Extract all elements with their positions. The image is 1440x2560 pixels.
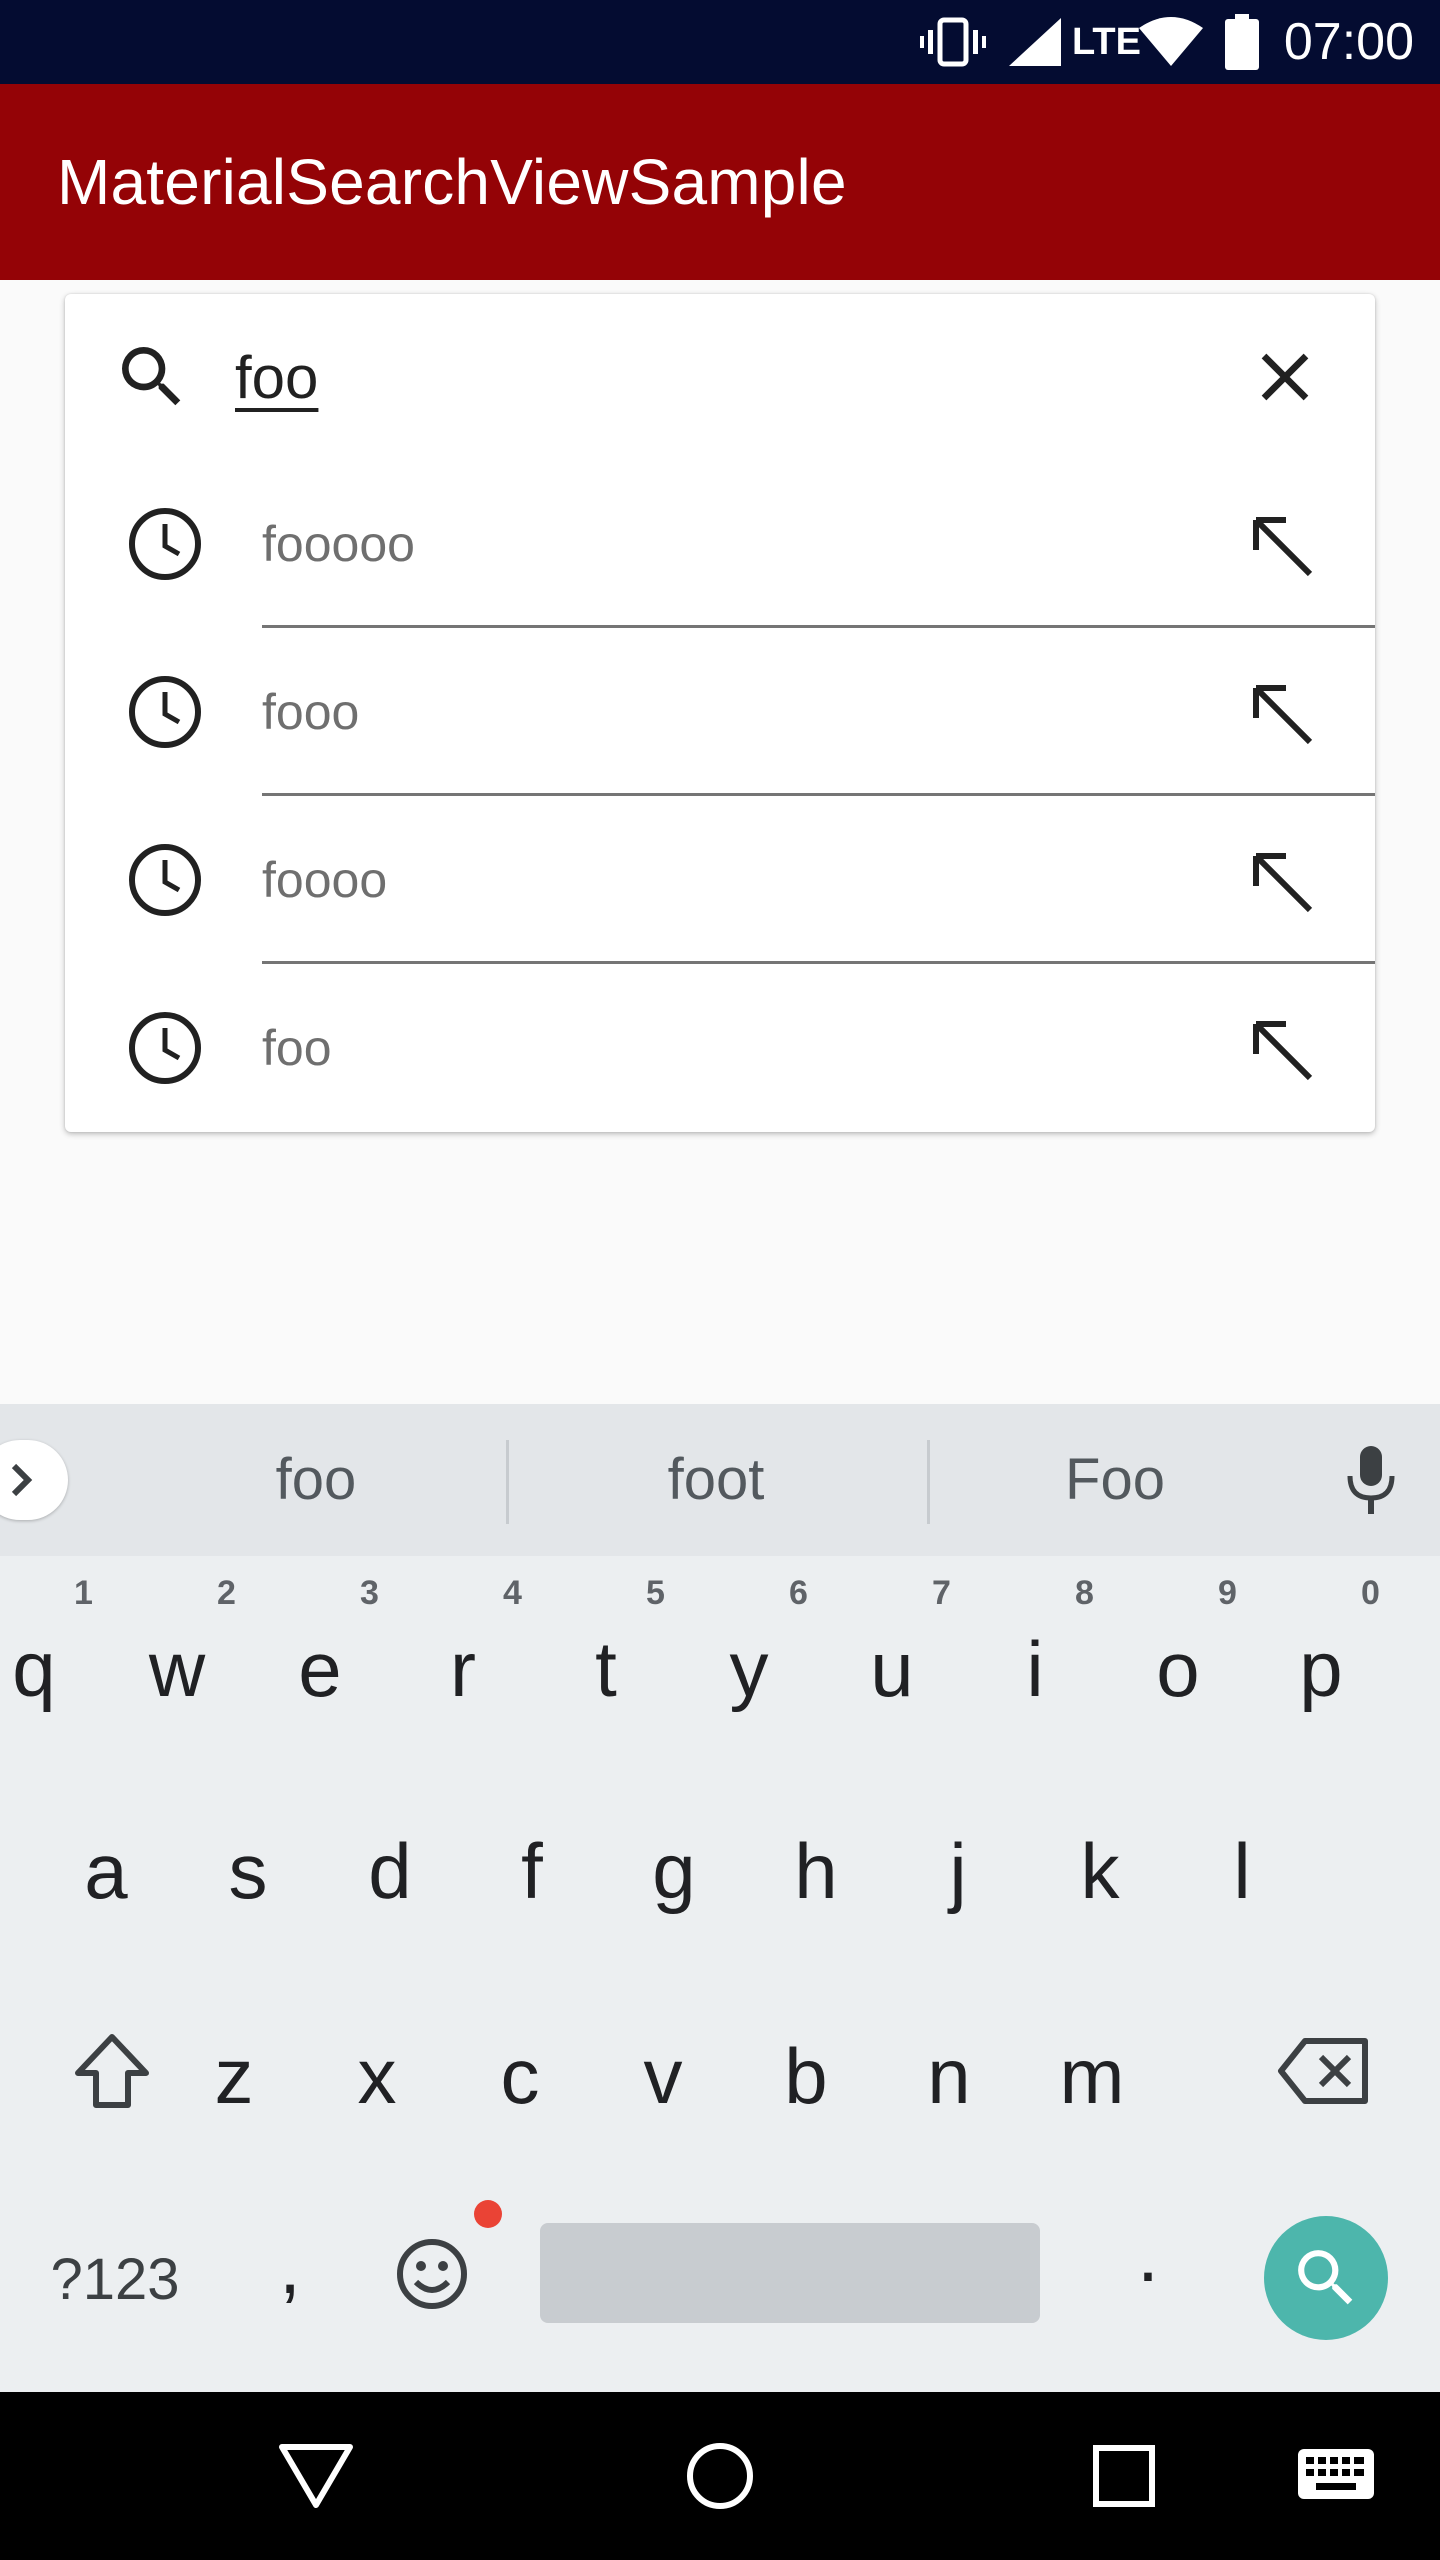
- back-icon: [279, 2444, 353, 2508]
- space-key[interactable]: [540, 2223, 1040, 2323]
- divider: [927, 1440, 930, 1524]
- symbols-key[interactable]: ?123: [30, 2240, 200, 2320]
- search-enter-key[interactable]: [1264, 2216, 1388, 2340]
- fill-query-arrow-icon[interactable]: [1240, 840, 1320, 920]
- word-suggestion[interactable]: Foo: [955, 1404, 1275, 1556]
- key-hint-9: 9: [1218, 1574, 1237, 1612]
- key-hint-3: 3: [360, 1574, 379, 1612]
- key-a[interactable]: a: [56, 1816, 156, 1926]
- key-hint-6: 6: [789, 1574, 808, 1612]
- comma-key[interactable]: ,: [250, 2216, 330, 2316]
- search-input[interactable]: [235, 334, 1135, 420]
- key-m[interactable]: m: [1042, 2021, 1142, 2131]
- home-icon: [687, 2443, 753, 2509]
- history-clock-icon: [123, 502, 207, 586]
- key-v[interactable]: v: [613, 2021, 713, 2131]
- key-w[interactable]: w: [127, 1614, 227, 1724]
- suggestion-text: foooo: [262, 852, 388, 908]
- key-l[interactable]: l: [1192, 1816, 1292, 1926]
- close-icon: [1261, 353, 1309, 401]
- key-o[interactable]: o: [1128, 1614, 1228, 1724]
- fill-query-arrow-icon[interactable]: [1240, 1008, 1320, 1088]
- microphone-icon[interactable]: [1340, 1444, 1404, 1516]
- key-z[interactable]: z: [184, 2021, 284, 2131]
- word-suggestion[interactable]: foot: [556, 1404, 876, 1556]
- key-u[interactable]: u: [842, 1614, 942, 1724]
- suggestion-item[interactable]: foooo: [65, 796, 1375, 964]
- key-q[interactable]: q: [0, 1614, 84, 1724]
- suggestion-text: fooooo: [262, 516, 415, 572]
- suggestion-item[interactable]: fooooo: [65, 460, 1375, 628]
- recents-button[interactable]: [1074, 2426, 1174, 2526]
- key-p[interactable]: p: [1271, 1614, 1371, 1724]
- key-g[interactable]: g: [624, 1816, 724, 1926]
- key-f[interactable]: f: [482, 1816, 582, 1926]
- key-k[interactable]: k: [1050, 1816, 1150, 1926]
- soft-keyboard: foo foot Foo ?123 , . q1w2e3r4t5y6u7i8o9…: [0, 1404, 1440, 2392]
- key-j[interactable]: j: [908, 1816, 1008, 1926]
- navigation-bar: [0, 2392, 1440, 2560]
- search-view: fooooo fooo foooo foo: [65, 294, 1375, 1132]
- search-icon: [112, 337, 192, 417]
- network-type: LTE: [1072, 21, 1141, 63]
- key-r[interactable]: r: [413, 1614, 513, 1724]
- battery-icon: [1222, 0, 1262, 84]
- key-hint-0: 0: [1361, 1574, 1380, 1612]
- notification-dot: [474, 2200, 502, 2228]
- divider: [506, 1440, 509, 1524]
- shift-arrow-icon: [75, 2034, 149, 2108]
- shift-key[interactable]: [62, 2021, 162, 2121]
- key-hint-1: 1: [74, 1574, 93, 1612]
- home-button[interactable]: [670, 2426, 770, 2526]
- emoji-icon: [397, 2239, 467, 2309]
- keyboard-switch-button[interactable]: [1286, 2426, 1386, 2526]
- vibrate-icon: [918, 0, 988, 84]
- period-key[interactable]: .: [1108, 2204, 1188, 2304]
- back-button[interactable]: [266, 2426, 366, 2526]
- key-d[interactable]: d: [340, 1816, 440, 1926]
- key-i[interactable]: i: [985, 1614, 1085, 1724]
- emoji-key[interactable]: [390, 2224, 474, 2324]
- key-hint-4: 4: [503, 1574, 522, 1612]
- app-bar: MaterialSearchViewSample: [0, 84, 1440, 280]
- chevron-right-icon: [11, 1463, 33, 1497]
- key-hint-2: 2: [217, 1574, 236, 1612]
- wifi-icon: [1138, 0, 1204, 84]
- key-b[interactable]: b: [756, 2021, 856, 2131]
- fill-query-arrow-icon[interactable]: [1240, 504, 1320, 584]
- suggestion-text: foo: [262, 1020, 332, 1076]
- status-bar: LTE 07:00: [0, 0, 1440, 84]
- suggestion-item[interactable]: foo: [65, 964, 1375, 1132]
- key-c[interactable]: c: [470, 2021, 570, 2131]
- key-s[interactable]: s: [198, 1816, 298, 1926]
- history-clock-icon: [123, 1006, 207, 1090]
- signal-icon: [1006, 0, 1062, 84]
- backspace-icon: [1278, 2038, 1368, 2104]
- key-n[interactable]: n: [899, 2021, 999, 2131]
- suggestion-text: fooo: [262, 684, 360, 740]
- backspace-key[interactable]: [1272, 2021, 1378, 2121]
- clear-search-button[interactable]: [1245, 337, 1325, 417]
- key-hint-5: 5: [646, 1574, 665, 1612]
- fill-query-arrow-icon[interactable]: [1240, 672, 1320, 752]
- suggestion-item[interactable]: fooo: [65, 628, 1375, 796]
- key-hint-7: 7: [932, 1574, 951, 1612]
- expand-toolbar-button[interactable]: [0, 1440, 68, 1520]
- key-h[interactable]: h: [766, 1816, 866, 1926]
- keyboard-suggestion-strip: foo foot Foo: [0, 1404, 1440, 1556]
- history-clock-icon: [123, 670, 207, 754]
- key-hint-8: 8: [1075, 1574, 1094, 1612]
- keyboard-switch-icon: [1298, 2449, 1374, 2499]
- clock: 07:00: [1283, 13, 1414, 71]
- recents-icon: [1093, 2445, 1155, 2507]
- search-bar: [65, 294, 1375, 460]
- app-title: MaterialSearchViewSample: [57, 146, 847, 218]
- history-clock-icon: [123, 838, 207, 922]
- key-y[interactable]: y: [699, 1614, 799, 1724]
- search-icon: [1298, 2250, 1353, 2305]
- key-x[interactable]: x: [327, 2021, 427, 2131]
- word-suggestion[interactable]: foo: [156, 1404, 476, 1556]
- key-e[interactable]: e: [270, 1614, 370, 1724]
- key-t[interactable]: t: [556, 1614, 656, 1724]
